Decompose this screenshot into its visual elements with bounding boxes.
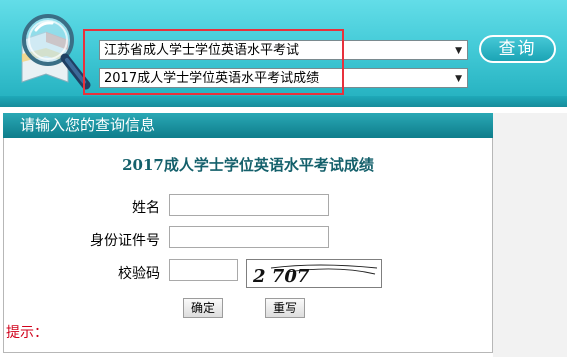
captcha-code: 2 707 <box>252 266 310 287</box>
tip-label: 提示： <box>6 325 48 341</box>
triangle-down-icon: ▼ <box>455 74 462 84</box>
form-title: 2017成人学士学位英语水平考试成绩 <box>122 156 374 174</box>
query-button[interactable]: 查询 <box>479 35 556 63</box>
id-number-input[interactable] <box>169 226 329 248</box>
triangle-down-icon: ▼ <box>455 46 462 56</box>
captcha-input[interactable] <box>169 259 238 281</box>
magnifier-map-icon <box>21 14 91 90</box>
name-input[interactable] <box>169 194 329 216</box>
confirm-button[interactable]: 确定 <box>183 298 223 318</box>
panel-header: 请输入您的查询信息 <box>3 113 493 138</box>
id-number-label: 身份证件号 <box>90 233 160 249</box>
captcha-image[interactable]: 2 707 <box>246 259 382 288</box>
name-label: 姓名 <box>132 200 160 216</box>
highlight-outline <box>83 29 344 95</box>
captcha-label: 校验码 <box>118 266 160 282</box>
banner-bottom-strip <box>0 96 567 107</box>
side-background <box>493 113 567 357</box>
captcha-graphic: 2 707 <box>252 264 378 287</box>
reset-button[interactable]: 重写 <box>265 298 305 318</box>
